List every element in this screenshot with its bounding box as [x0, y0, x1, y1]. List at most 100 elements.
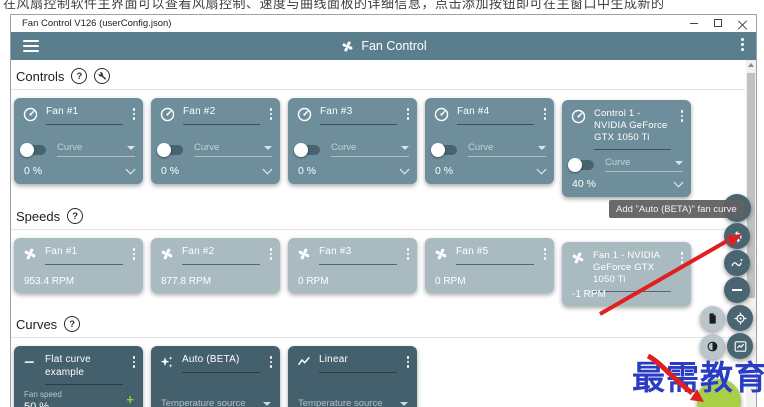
temperature-source-dropdown[interactable]: Temperature source: [298, 398, 408, 407]
speed-name-field[interactable]: Fan #3: [319, 246, 397, 265]
control-enable-toggle[interactable]: [157, 142, 183, 157]
speed-name-field[interactable]: Fan #5: [456, 246, 534, 265]
rpm-value: 0 RPM: [298, 276, 329, 287]
curve-dropdown[interactable]: Curve: [331, 142, 409, 157]
rpm-value: 877.8 RPM: [161, 276, 212, 287]
control-card-fan3: Fan #3 Curve 0 %: [288, 98, 417, 184]
card-menu-kebab-icon[interactable]: [678, 250, 686, 264]
control-enable-toggle[interactable]: [431, 142, 457, 157]
card-menu-kebab-icon[interactable]: [267, 106, 275, 120]
controls-settings-wrench-icon[interactable]: [94, 68, 111, 84]
controls-help-icon[interactable]: ?: [71, 68, 88, 84]
fan-speed-value-field[interactable]: 50 %: [24, 401, 134, 407]
control-name-field[interactable]: Fan #4: [457, 106, 534, 125]
fan-icon: [24, 248, 36, 260]
gauge-icon: [434, 107, 449, 122]
control-enable-toggle[interactable]: [294, 142, 320, 157]
collapse-all-button[interactable]: [724, 277, 750, 303]
speed-name-field[interactable]: Fan #1: [45, 246, 123, 265]
curve-name-field[interactable]: Auto (BETA): [182, 354, 260, 373]
gauge-icon: [297, 107, 312, 122]
card-menu-kebab-icon[interactable]: [678, 108, 686, 122]
speed-card-fan2: Fan #2 877.8 RPM: [151, 238, 280, 293]
expand-chevron-icon[interactable]: [262, 164, 273, 174]
speed-name-field[interactable]: Fan #2: [182, 246, 260, 265]
speeds-section: Speeds ? Fan #1 953.4 RPM Fan #2 877.8 R…: [11, 203, 745, 306]
config-file-button[interactable]: [700, 306, 725, 331]
card-menu-kebab-icon[interactable]: [130, 106, 138, 120]
curve-dropdown[interactable]: Curve: [605, 157, 683, 172]
chevron-down-icon: [127, 145, 135, 150]
expand-chevron-icon[interactable]: [399, 164, 410, 174]
card-menu-kebab-icon[interactable]: [130, 246, 138, 260]
speed-card-fan1: Fan #1 953.4 RPM: [14, 238, 143, 293]
tooltip: Add "Auto (BETA)" fan curve: [609, 200, 744, 218]
close-button[interactable]: [730, 15, 754, 31]
app-header: Fan Control: [11, 32, 756, 60]
control-enable-toggle[interactable]: [568, 157, 594, 172]
control-name-field[interactable]: Control 1 - NVIDIA GeForce GTX 1050 Ti: [594, 108, 671, 150]
file-icon: [709, 313, 716, 324]
control-percent: 40 %: [572, 178, 596, 190]
control-card-fan4: Fan #4 Curve 0 %: [425, 98, 554, 184]
minimize-button[interactable]: [682, 15, 706, 31]
curve-name-field[interactable]: Linear: [319, 354, 397, 373]
control-name-field[interactable]: Fan #1: [46, 106, 123, 125]
crosshair-icon: [734, 312, 746, 324]
curve-name-field[interactable]: Flat curve example: [45, 354, 123, 385]
speeds-section-title: Speeds: [16, 208, 61, 224]
control-percent: 0 %: [161, 165, 180, 177]
window-titlebar: Fan Control V126 (userConfig.json): [11, 15, 756, 32]
refresh-sensors-button[interactable]: [724, 223, 750, 249]
controls-section-title: Controls: [16, 68, 65, 84]
card-menu-kebab-icon[interactable]: [267, 246, 275, 260]
control-enable-toggle[interactable]: [20, 142, 46, 157]
card-menu-kebab-icon[interactable]: [541, 106, 549, 120]
scroll-up-arrow[interactable]: [746, 60, 756, 70]
clipped-note-text: 在风扇控制软件主界面可以查看风扇控制、速度与曲线面板的详细信息，点击添加按钮即可…: [3, 0, 663, 11]
temperature-source-dropdown[interactable]: Temperature source: [161, 398, 271, 407]
card-menu-kebab-icon[interactable]: [404, 354, 412, 368]
control-card-fan1: Fan #1 Curve 0 %: [14, 98, 143, 184]
curve-dropdown[interactable]: Curve: [468, 142, 546, 157]
overflow-menu-icon[interactable]: [737, 38, 747, 54]
speeds-help-icon[interactable]: ?: [67, 208, 84, 224]
expand-chevron-icon[interactable]: [673, 177, 684, 187]
gauge-icon: [160, 107, 175, 122]
card-menu-kebab-icon[interactable]: [267, 354, 275, 368]
card-menu-kebab-icon[interactable]: [130, 354, 138, 368]
curve-dropdown[interactable]: Curve: [57, 142, 135, 157]
increase-button[interactable]: +: [126, 392, 134, 407]
curves-help-icon[interactable]: ?: [64, 316, 81, 332]
app-title: Fan Control: [11, 39, 756, 54]
chevron-down-icon: [264, 145, 272, 150]
fan-icon: [342, 41, 353, 51]
card-menu-kebab-icon[interactable]: [404, 246, 412, 260]
fan-icon: [161, 248, 173, 260]
control-name-field[interactable]: Fan #2: [183, 106, 260, 125]
expand-chevron-icon[interactable]: [536, 164, 547, 174]
curves-section-title: Curves: [16, 316, 58, 332]
speed-card-gpu: Fan 1 - NVIDIA GeForce GTX 1050 Ti -1 RP…: [562, 242, 691, 306]
control-name-field[interactable]: Fan #3: [320, 106, 397, 125]
chevron-down-icon: [400, 401, 408, 406]
fan-icon: [298, 248, 310, 260]
control-percent: 0 %: [435, 165, 454, 177]
mixed-curve-button[interactable]: [724, 250, 750, 276]
curve-dropdown[interactable]: Curve: [194, 142, 272, 157]
control-percent: 0 %: [298, 165, 317, 177]
rpm-value: 0 RPM: [435, 276, 466, 287]
controls-section: Controls ? Fan #1 Curve 0 % Fan #2 Curve…: [11, 63, 745, 197]
locate-target-icon-button[interactable]: [727, 305, 753, 331]
maximize-button[interactable]: [706, 15, 730, 31]
card-menu-kebab-icon[interactable]: [541, 246, 549, 260]
speed-name-field[interactable]: Fan 1 - NVIDIA GeForce GTX 1050 Ti: [593, 250, 671, 292]
expand-chevron-icon[interactable]: [125, 164, 136, 174]
trending-graph-icon: [730, 258, 743, 266]
chevron-down-icon: [675, 160, 683, 165]
fan-speed-label: Fan speed: [24, 390, 62, 399]
control-percent: 0 %: [24, 165, 43, 177]
card-menu-kebab-icon[interactable]: [404, 106, 412, 120]
window-title: Fan Control V126 (userConfig.json): [22, 18, 172, 29]
close-icon: [738, 19, 747, 28]
